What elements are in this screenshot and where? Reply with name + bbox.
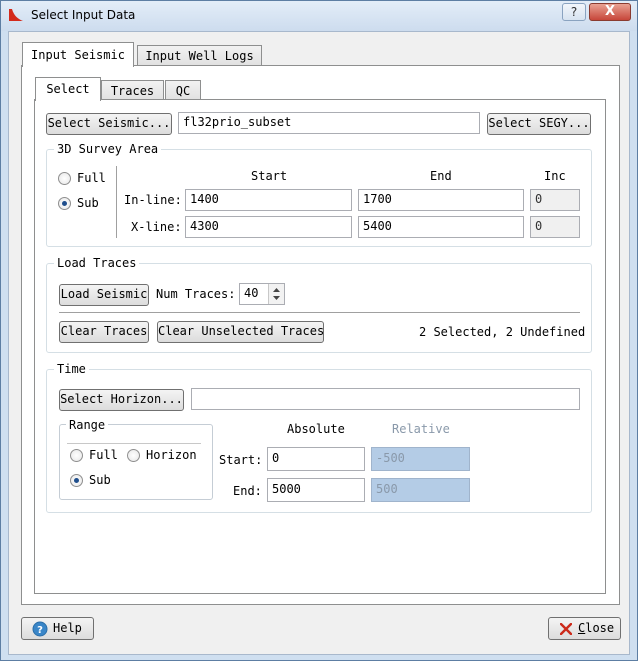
svg-text:?: ? [37, 625, 43, 636]
survey-sub-label[interactable]: Sub [77, 195, 99, 211]
range-full-label[interactable]: Full [89, 447, 118, 463]
dialog-window: Select Input Data ? X Input Seismic Inpu… [0, 0, 638, 661]
inline-inc-field: 0 [530, 189, 580, 211]
range-separator [67, 443, 201, 444]
select-segy-button[interactable]: Select SEGY... [487, 113, 591, 135]
help-circle-icon: ? [32, 621, 48, 637]
inline-end-field[interactable]: 1700 [358, 189, 524, 211]
xline-end-field[interactable]: 5400 [358, 216, 524, 238]
time-end-label: End: [233, 484, 262, 498]
survey-divider [116, 166, 117, 238]
time-end-relative-field: 500 [371, 478, 470, 502]
title-bar[interactable]: Select Input Data ? X [1, 1, 637, 31]
tab-traces[interactable]: Traces [101, 80, 164, 100]
relative-header: Relative [392, 422, 450, 436]
survey-area-title: 3D Survey Area [54, 142, 162, 156]
inline-start-field[interactable]: 1400 [185, 189, 352, 211]
inline-label: In-line: [124, 193, 182, 207]
tab-input-well-logs[interactable]: Input Well Logs [137, 45, 262, 65]
end-header: End [430, 169, 452, 183]
time-start-relative-field: -500 [371, 447, 470, 471]
select-horizon-button[interactable]: Select Horizon... [59, 389, 184, 411]
survey-full-radio[interactable] [58, 172, 71, 185]
app-icon [9, 9, 23, 21]
time-title: Time [54, 362, 89, 376]
close-button[interactable]: Close [548, 617, 621, 640]
time-start-absolute-field[interactable]: 0 [267, 447, 365, 471]
close-button-label: Close [578, 618, 614, 639]
window-title: Select Input Data [31, 8, 136, 22]
tab-select[interactable]: Select [35, 77, 101, 101]
horizon-name-field[interactable] [191, 388, 580, 410]
range-sub-label[interactable]: Sub [89, 472, 111, 488]
xline-label: X-line: [131, 220, 182, 234]
help-button[interactable]: ? Help [21, 617, 94, 640]
load-traces-separator [59, 312, 580, 313]
time-end-absolute-field[interactable]: 5000 [267, 478, 365, 502]
tab-qc[interactable]: QC [165, 80, 201, 100]
num-traces-value[interactable]: 40 [244, 286, 258, 300]
close-label-rest: lose [585, 621, 615, 635]
time-start-label: Start: [219, 453, 263, 467]
seismic-name-field[interactable]: fl32prio_subset [178, 112, 480, 134]
help-button-label: Help [53, 621, 82, 635]
select-seismic-button[interactable]: Select Seismic... [46, 113, 172, 135]
inc-header: Inc [544, 169, 566, 183]
load-traces-title: Load Traces [54, 256, 140, 270]
clear-unselected-traces-button[interactable]: Clear Unselected Traces [157, 321, 324, 343]
num-traces-label: Num Traces: [156, 287, 236, 301]
start-header: Start [251, 169, 288, 183]
clear-traces-button[interactable]: Clear Traces [59, 321, 149, 343]
survey-sub-radio[interactable] [58, 197, 71, 210]
absolute-header: Absolute [287, 422, 345, 436]
trace-selection-status: 2 Selected, 2 Undefined [419, 325, 586, 339]
range-sub-radio[interactable] [70, 474, 83, 487]
tab-input-seismic[interactable]: Input Seismic [22, 42, 134, 67]
range-horizon-label[interactable]: Horizon [146, 447, 197, 463]
range-horizon-radio[interactable] [127, 449, 140, 462]
spinner-arrows-icon[interactable] [268, 284, 284, 304]
title-close-button[interactable]: X [589, 3, 631, 21]
range-title: Range [66, 418, 109, 432]
survey-full-label[interactable]: Full [77, 170, 106, 186]
load-seismic-button[interactable]: Load Seismic [59, 284, 149, 306]
range-full-radio[interactable] [70, 449, 83, 462]
xline-start-field[interactable]: 4300 [185, 216, 352, 238]
xline-inc-field: 0 [530, 216, 580, 238]
red-x-icon [560, 623, 572, 635]
title-help-button[interactable]: ? [562, 3, 586, 21]
